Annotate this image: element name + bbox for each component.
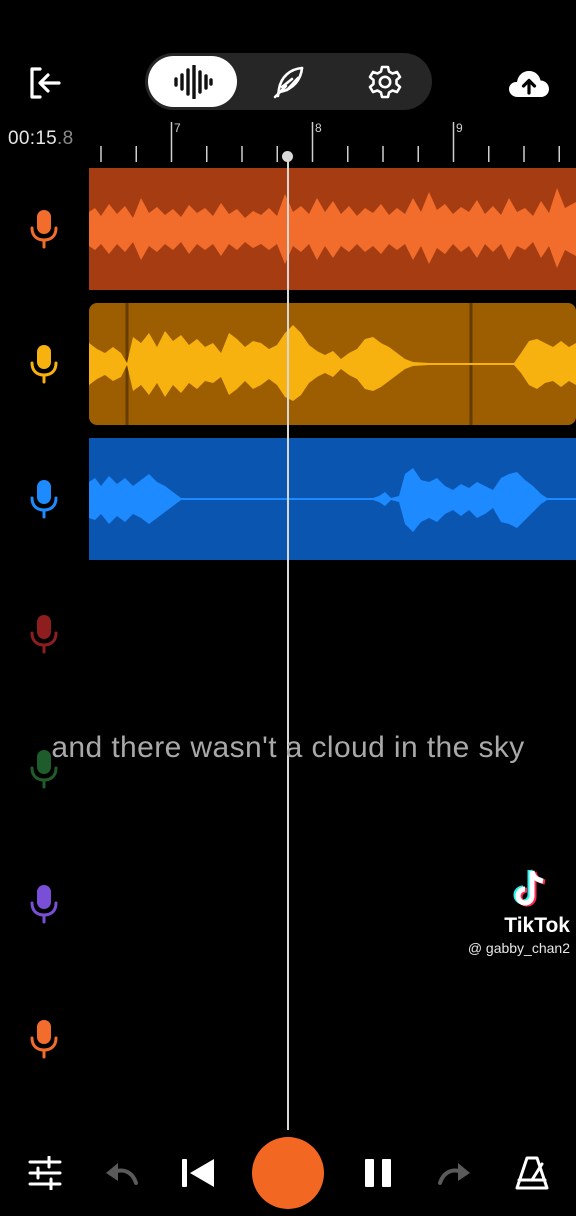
track-1-clip[interactable] — [89, 168, 576, 290]
timeline-ruler[interactable]: 7 8 9 — [96, 120, 576, 166]
ruler-label-8: 8 — [315, 121, 322, 135]
mixer-sliders-icon — [28, 1156, 62, 1190]
playhead-line[interactable] — [287, 156, 289, 1130]
microphone-icon — [30, 345, 58, 384]
undo-icon — [106, 1163, 138, 1185]
ruler-ticks — [100, 122, 560, 162]
track-1-mic-button[interactable] — [28, 207, 60, 251]
track-4-mic-button[interactable] — [28, 612, 60, 656]
redo-icon — [438, 1163, 470, 1185]
pause-button[interactable] — [354, 1146, 402, 1200]
tiktok-handle: @ gabby_chan2 — [467, 940, 570, 956]
mixer-button[interactable] — [22, 1146, 68, 1200]
tab-effects[interactable] — [241, 53, 336, 110]
track-6-mic-button[interactable] — [28, 882, 60, 926]
metronome-icon — [515, 1156, 549, 1190]
tiktok-logo-icon — [513, 869, 546, 907]
redo-button[interactable] — [432, 1146, 478, 1200]
microphone-icon — [30, 615, 58, 654]
track-3-mic-button[interactable] — [28, 477, 60, 521]
time-main: 00:15 — [8, 128, 58, 149]
playback-time: 00:15.8 — [8, 128, 74, 150]
view-mode-segmented-control — [145, 53, 432, 110]
pause-icon — [365, 1159, 391, 1187]
track-3-clip[interactable] — [89, 438, 576, 560]
record-button[interactable] — [252, 1137, 324, 1209]
track-2-waveform — [89, 303, 576, 425]
gear-icon — [368, 65, 401, 98]
cloud-upload-icon — [509, 71, 549, 97]
ruler-label-9: 9 — [456, 121, 463, 135]
time-fraction: .8 — [57, 128, 74, 149]
track-3-waveform — [89, 468, 576, 532]
track-7-mic-button[interactable] — [28, 1017, 60, 1061]
playhead-handle[interactable] — [282, 151, 293, 162]
tab-settings[interactable] — [337, 53, 432, 110]
skip-back-icon — [182, 1159, 214, 1187]
undo-button[interactable] — [98, 1146, 144, 1200]
tiktok-watermark: TikTok @ gabby_chan2 — [455, 868, 570, 956]
track-2-clip[interactable] — [89, 303, 576, 425]
microphone-icon — [30, 1020, 58, 1059]
metronome-button[interactable] — [508, 1146, 556, 1200]
track-1-waveform — [89, 188, 576, 268]
video-caption: and there wasn't a cloud in the sky — [51, 731, 525, 764]
exit-button[interactable] — [20, 60, 68, 106]
track-2-mic-button[interactable] — [28, 342, 60, 386]
waveform-icon — [173, 64, 213, 99]
microphone-icon — [30, 885, 58, 924]
tab-waveform[interactable] — [145, 53, 240, 110]
microphone-icon — [30, 210, 58, 249]
upload-button[interactable] — [505, 64, 553, 104]
exit-icon — [30, 67, 61, 99]
ruler-label-7: 7 — [174, 121, 181, 135]
tiktok-brand: TikTok — [504, 914, 570, 937]
microphone-icon — [30, 480, 58, 519]
skip-back-button[interactable] — [174, 1146, 222, 1200]
feather-icon — [273, 66, 303, 98]
